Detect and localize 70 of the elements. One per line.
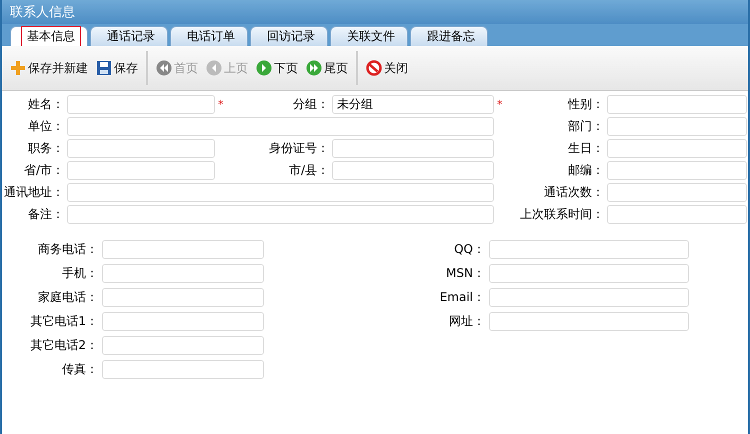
input-field[interactable]: [489, 288, 689, 307]
field-label: 网址：: [448, 313, 485, 330]
field-label: 省/市：: [22, 162, 64, 179]
field-label: 其它电话1：: [29, 313, 98, 330]
toolbar-button[interactable]: 保存: [94, 58, 140, 78]
input-field[interactable]: [489, 312, 689, 331]
input-field[interactable]: [102, 240, 264, 259]
double-arrow-circle-icon: [306, 60, 322, 76]
field-label: 通讯地址：: [4, 184, 64, 201]
field-label: 市/县：: [288, 162, 329, 179]
input-field[interactable]: [67, 183, 494, 202]
field-label: 性别：: [566, 96, 604, 113]
input-field[interactable]: [607, 117, 747, 136]
field-label: 家庭电话：: [37, 289, 98, 306]
input-field[interactable]: 未分组: [332, 95, 494, 114]
input-field[interactable]: [332, 139, 494, 158]
tab[interactable]: 回访记录: [250, 26, 328, 46]
input-field[interactable]: [67, 205, 494, 224]
toolbar-button[interactable]: 下页: [254, 58, 300, 78]
toolbar-button[interactable]: 尾页: [304, 58, 350, 78]
input-field[interactable]: [102, 312, 264, 331]
toolbar-button[interactable]: 保存并新建: [8, 58, 90, 78]
field-label: Email：: [438, 289, 485, 306]
double-arrow-circle-icon: [156, 60, 172, 76]
toolbar-button[interactable]: 关闭: [364, 58, 410, 78]
input-field[interactable]: [607, 161, 747, 180]
field-label: 邮编：: [567, 162, 604, 179]
input-field[interactable]: [102, 360, 264, 379]
input-field[interactable]: [102, 264, 264, 283]
field-label: 分组：: [292, 96, 329, 113]
input-field[interactable]: [67, 117, 494, 136]
window-title: 联系人信息: [2, 0, 748, 24]
field-label: 备注：: [27, 206, 64, 223]
field-label: 部门：: [567, 118, 604, 135]
input-field[interactable]: [607, 139, 747, 158]
tab[interactable]: 基本信息: [10, 26, 88, 46]
arrow-circle-icon: [256, 60, 272, 76]
input-field[interactable]: [489, 240, 689, 259]
tab[interactable]: 电话订单: [170, 26, 248, 46]
input-field[interactable]: [102, 336, 264, 355]
input-field[interactable]: [102, 288, 264, 307]
field-label: 传真：: [61, 361, 98, 378]
input-field[interactable]: [607, 183, 747, 202]
input-field[interactable]: [332, 161, 494, 180]
input-field[interactable]: [489, 264, 689, 283]
tab[interactable]: 关联文件: [330, 26, 408, 46]
required-mark: *: [218, 98, 224, 111]
input-field[interactable]: [67, 161, 215, 180]
plus-icon: [10, 60, 26, 76]
input-field[interactable]: [67, 95, 215, 114]
tab[interactable]: 跟进备忘: [410, 26, 488, 46]
field-label: 手机：: [61, 265, 98, 282]
field-label: 其它电话2：: [29, 337, 98, 354]
input-field[interactable]: [607, 95, 747, 114]
field-label: 通话次数：: [543, 184, 604, 201]
field-label: 身份证号：: [268, 140, 329, 157]
input-field[interactable]: [67, 139, 215, 158]
tab[interactable]: 通话记录: [90, 26, 168, 46]
field-label: 生日：: [567, 140, 604, 157]
field-label: 上次联系时间：: [520, 206, 604, 223]
field-label: 单位：: [27, 118, 64, 135]
field-label: 姓名：: [27, 96, 64, 113]
field-label: 商务电话：: [37, 241, 98, 258]
field-label: QQ：: [453, 241, 485, 258]
arrow-circle-icon: [206, 60, 222, 76]
field-label: MSN：: [445, 265, 485, 282]
field-label: 职务：: [27, 140, 64, 157]
required-mark: *: [497, 98, 504, 111]
input-field[interactable]: [607, 205, 747, 224]
no-entry-icon: [366, 60, 382, 76]
